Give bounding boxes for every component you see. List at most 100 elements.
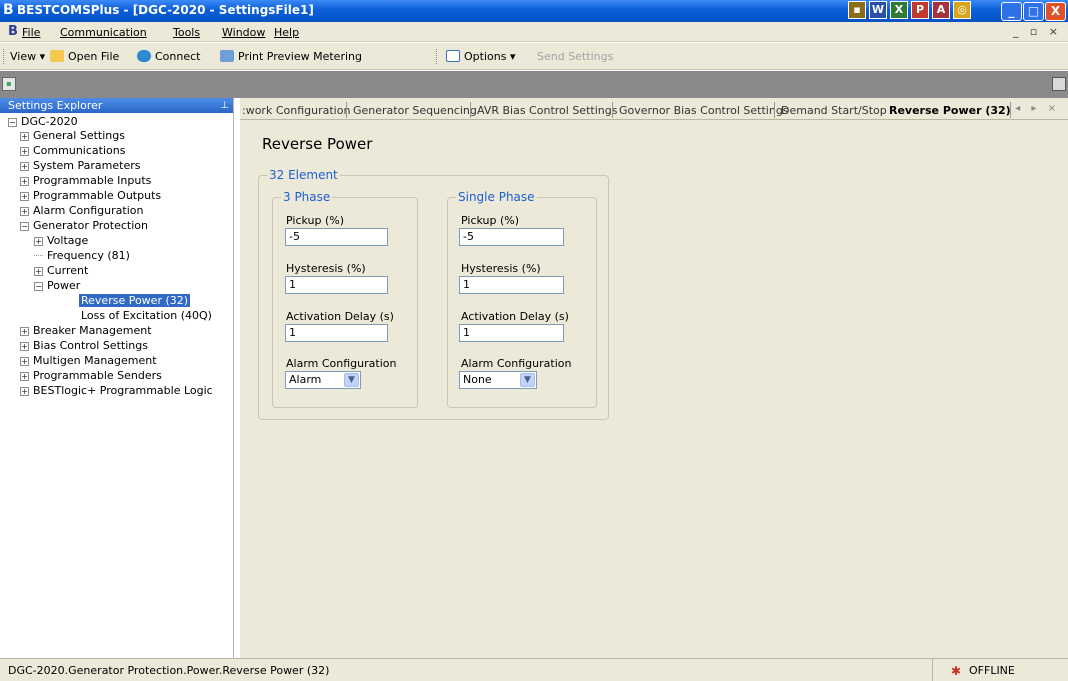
chevron-down-icon[interactable]: ▼ [344,373,359,387]
app-shortcut-icon[interactable]: ▪ [848,1,866,19]
taskbar-shortcuts: ▪ W X P A ◎ [848,1,971,19]
tab-scroll-controls[interactable]: ◂ ▸ × [1015,103,1060,114]
toolbar-grip[interactable] [3,49,6,64]
tree-label: Alarm Configuration [33,204,144,217]
connection-status: ✱ OFFLINE [932,659,1052,681]
group-label: 3 Phase [281,190,333,204]
send-settings-button[interactable]: Send Settings [537,50,613,63]
menu-help[interactable]: Help [274,26,299,39]
minimize-button[interactable]: _ [1001,2,1022,21]
expand-icon[interactable]: + [20,147,29,156]
selected-value: None [463,373,492,386]
tree-item-frequency[interactable]: Frequency (81) [34,249,130,263]
alarm-configuration-select[interactable]: Alarm ▼ [285,371,361,389]
panel-toggle-icon[interactable] [1052,77,1066,91]
tree-item-system-parameters[interactable]: + System Parameters [20,159,140,173]
tab-demand-start-stop[interactable]: Demand Start/Stop [781,104,887,117]
activation-delay-label: Activation Delay (s) [286,310,394,323]
powerpoint-icon[interactable]: P [911,1,929,19]
alarm-configuration-select[interactable]: None ▼ [459,371,537,389]
tree-item-programmable-inputs[interactable]: + Programmable Inputs [20,174,151,188]
collapse-icon[interactable]: − [34,282,43,291]
menu-window[interactable]: Window [222,26,265,39]
options-button[interactable]: Options ▾ [446,50,515,63]
menu-tools[interactable]: Tools [173,26,200,39]
open-file-label: Open File [68,50,120,63]
mdi-window-controls[interactable]: _ ▫ × [1013,25,1062,38]
tree-item-communications[interactable]: + Communications [20,144,125,158]
tree-item-breaker-management[interactable]: + Breaker Management [20,324,152,338]
view-button[interactable]: View ▾ [10,50,45,63]
tab-separator [612,102,613,118]
expand-icon[interactable]: + [20,387,29,396]
hysteresis-input[interactable]: 1 [459,276,564,294]
expand-icon[interactable]: + [20,342,29,351]
tree-item-current[interactable]: + Current [34,264,88,278]
print-preview-button[interactable]: Print Preview Metering [220,50,362,63]
title-bar: B BESTCOMSPlus - [DGC-2020 - SettingsFil… [0,0,1068,22]
tree-item-reverse-power[interactable]: Reverse Power (32) [79,294,191,308]
activation-delay-input[interactable]: 1 [285,324,388,342]
maximize-button[interactable]: □ [1023,2,1044,21]
hysteresis-input[interactable]: 1 [285,276,388,294]
access-icon[interactable]: A [932,1,950,19]
outlook-icon[interactable]: ◎ [953,1,971,19]
tree-item-programmable-senders[interactable]: + Programmable Senders [20,369,162,383]
chevron-down-icon[interactable]: ▼ [520,373,535,387]
expand-icon[interactable]: + [34,237,43,246]
close-button[interactable]: X [1045,2,1066,21]
menu-communication[interactable]: Communication [60,26,147,39]
excel-icon[interactable]: X [890,1,908,19]
view-label: View [10,50,37,63]
expand-icon[interactable]: + [20,177,29,186]
tree-item-bias-control-settings[interactable]: + Bias Control Settings [20,339,148,353]
app-logo-icon: B [3,2,14,18]
document-icon[interactable]: B [8,24,18,39]
tree-item-general-settings[interactable]: + General Settings [20,129,125,143]
tree-item-bestlogic[interactable]: + BESTlogic+ Programmable Logic [20,384,213,398]
expand-icon[interactable]: + [20,132,29,141]
tree-item-loss-of-excitation[interactable]: Loss of Excitation (40Q) [81,309,212,323]
expand-icon[interactable]: + [20,327,29,336]
expand-icon[interactable]: + [20,207,29,216]
tree-item-generator-protection[interactable]: − Generator Protection [20,219,148,233]
word-icon[interactable]: W [869,1,887,19]
tree-root[interactable]: − DGC-2020 [8,115,78,129]
tab-generator-sequencing[interactable]: Generator Sequencing [353,104,477,117]
tree-item-programmable-outputs[interactable]: + Programmable Outputs [20,189,161,203]
tree-toggle-icon[interactable]: ▪ [2,77,16,91]
explorer-title: Settings Explorer [8,99,103,112]
collapse-icon[interactable]: − [8,118,17,127]
tree-item-power[interactable]: − Power [34,279,80,293]
menu-file[interactable]: File [22,26,40,39]
tab-reverse-power[interactable]: Reverse Power (32) [889,104,1011,117]
tree-label: Voltage [47,234,89,247]
tree-item-alarm-configuration[interactable]: + Alarm Configuration [20,204,143,218]
tab-avr-bias-control[interactable]: AVR Bias Control Settings [477,104,617,117]
toolbar-grip[interactable] [436,49,439,64]
tree-label: Programmable Senders [33,369,162,382]
tree-label: Programmable Inputs [33,174,152,187]
expand-icon[interactable]: + [20,192,29,201]
open-file-button[interactable]: Open File [50,50,119,63]
explorer-header: Settings Explorer ⊥ [0,98,233,113]
expand-icon[interactable]: + [20,162,29,171]
expand-icon[interactable]: + [34,267,43,276]
pickup-input[interactable]: -5 [285,228,388,246]
expand-icon[interactable]: + [20,357,29,366]
tab-network-configuration[interactable]: :work Configuration [242,104,350,117]
tree-item-voltage[interactable]: + Voltage [34,234,88,248]
connect-button[interactable]: Connect [137,50,200,63]
tree-item-multigen-management[interactable]: + Multigen Management [20,354,157,368]
tab-governor-bias-control[interactable]: Governor Bias Control Settings [619,104,789,117]
tree-label: Current [47,264,89,277]
expand-icon[interactable]: + [20,372,29,381]
connect-label: Connect [155,50,201,63]
pickup-input[interactable]: -5 [459,228,564,246]
collapse-icon[interactable]: − [20,222,29,231]
pin-icon[interactable]: ⊥ [220,98,229,113]
dropdown-arrow-icon: ▾ [39,50,46,63]
tree-label: Communications [33,144,126,157]
connection-status-label: OFFLINE [969,664,1015,677]
activation-delay-input[interactable]: 1 [459,324,564,342]
